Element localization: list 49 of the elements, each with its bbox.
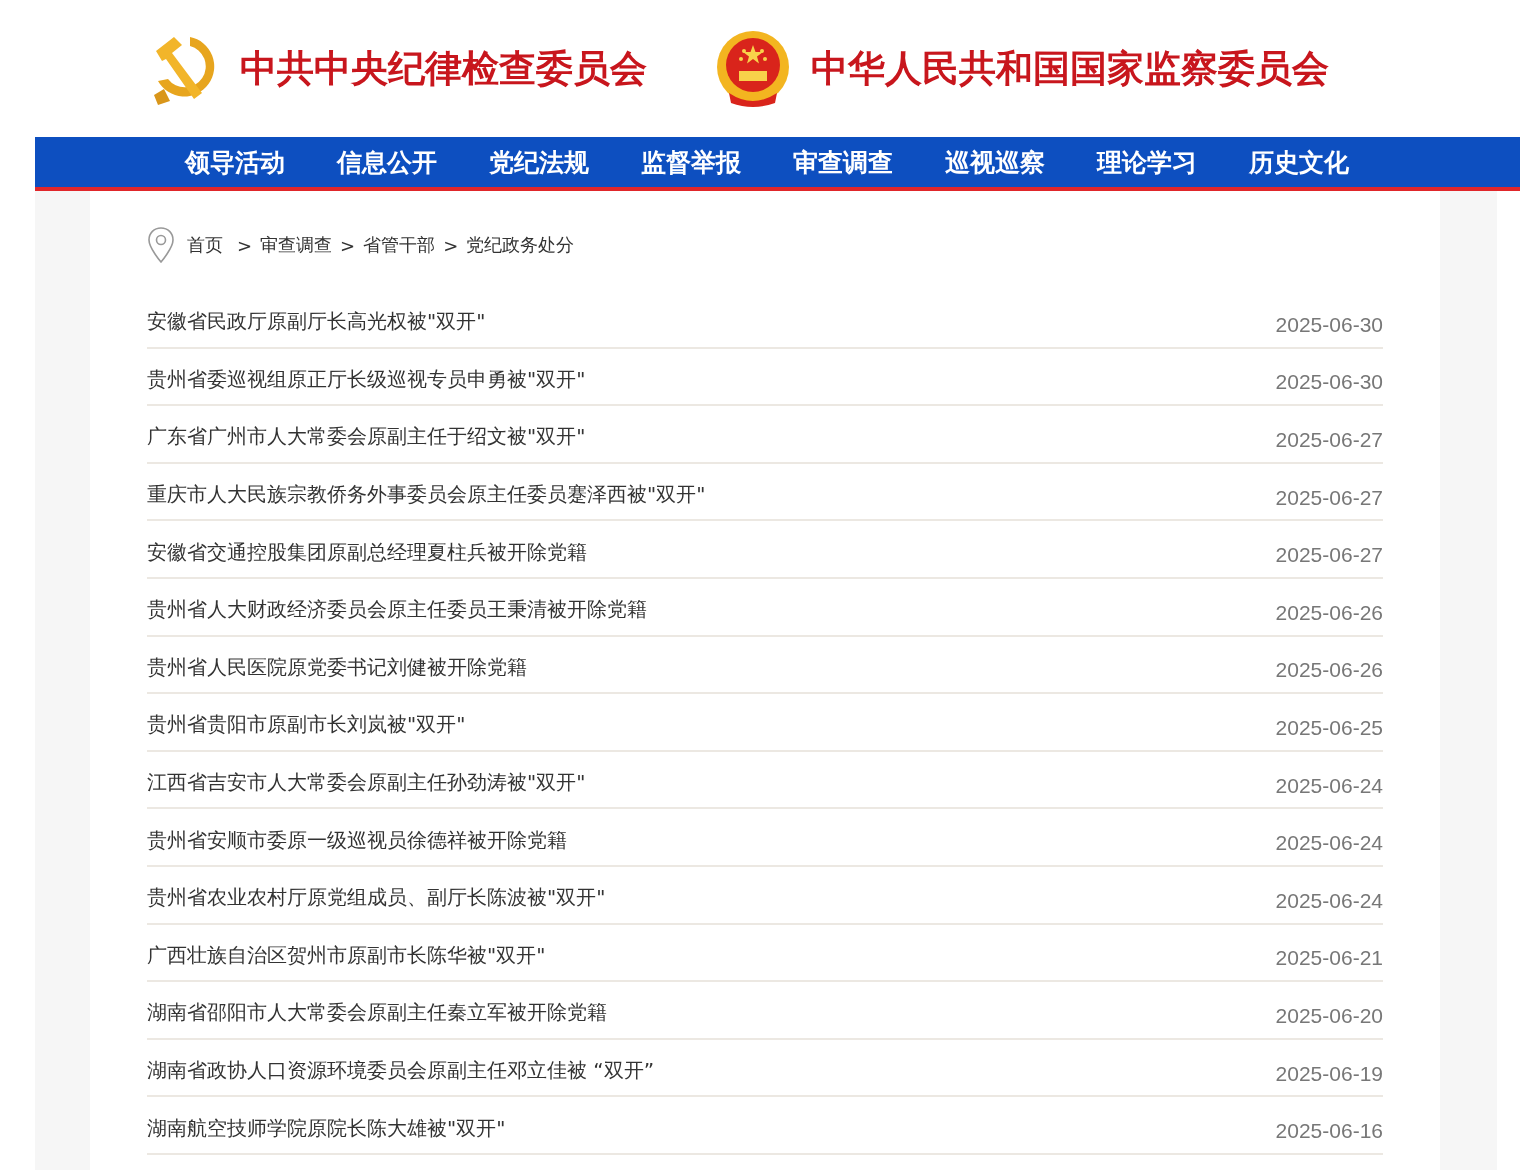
- article-link[interactable]: 安徽省民政厅原副厅长高光权被"双开": [147, 308, 486, 336]
- article-date: 2025-06-30: [1275, 369, 1383, 395]
- article-link[interactable]: 广西壮族自治区贺州市原副市长陈华被"双开": [147, 941, 546, 969]
- breadcrumb-link[interactable]: 首页: [187, 233, 223, 257]
- article-link[interactable]: 湖南航空技师学院原院长陈大雄被"双开": [147, 1114, 506, 1142]
- article-date: 2025-06-24: [1275, 830, 1383, 856]
- article-date: 2025-06-24: [1275, 887, 1383, 913]
- breadcrumb-link[interactable]: 审查调查: [260, 233, 333, 257]
- article-date: 2025-06-27: [1275, 484, 1383, 510]
- site-title: 中华人民共和国国家监察委员会: [811, 44, 1329, 92]
- article-date: 2025-06-21: [1275, 945, 1383, 971]
- article-date: 2025-06-16: [1275, 1118, 1383, 1144]
- article-date: 2025-06-27: [1275, 427, 1383, 452]
- nav-item[interactable]: 监督举报: [615, 139, 767, 185]
- breadcrumb-separator: >: [443, 234, 459, 256]
- article-link[interactable]: 广东省广州市人大常委会原副主任于绍文被"双开": [147, 423, 586, 451]
- article-link[interactable]: 贵州省人大财政经济委员会原主任委员王秉清被开除党籍: [147, 596, 647, 624]
- site-title: 中共中央纪律检查委员会: [240, 44, 647, 92]
- article-link[interactable]: 江西省吉安市人大常委会原副主任孙劲涛被"双开": [147, 769, 586, 797]
- article-date: 2025-06-25: [1275, 714, 1383, 740]
- article-link[interactable]: 贵州省委巡视组原正厅长级巡视专员申勇被"双开": [147, 365, 586, 393]
- article-link[interactable]: 湖南省邵阳市人大常委会原副主任秦立军被开除党籍: [147, 999, 607, 1027]
- national-emblem-icon: [715, 28, 791, 109]
- article-date: 2025-06-24: [1275, 772, 1383, 798]
- article-link[interactable]: 贵州省人民医院原党委书记刘健被开除党籍: [147, 653, 527, 681]
- breadcrumb-link[interactable]: 党纪政务处分: [466, 233, 575, 257]
- breadcrumb-separator: >: [340, 234, 356, 256]
- nav-item[interactable]: 理论学习: [1071, 139, 1223, 185]
- nav-item[interactable]: 审查调查: [767, 139, 919, 185]
- article-link[interactable]: 贵州省农业农村厅原党组成员、副厅长陈波被"双开": [147, 884, 606, 912]
- article-link[interactable]: 重庆市人大民族宗教侨务外事委员会原主任委员蹇泽西被"双开": [147, 481, 706, 509]
- nav-item[interactable]: 历史文化: [1223, 139, 1375, 185]
- article-date: 2025-06-26: [1275, 599, 1383, 625]
- article-date: 2025-06-20: [1275, 1002, 1383, 1028]
- article-date: 2025-06-26: [1275, 657, 1383, 683]
- article-link[interactable]: 湖南省政协人口资源环境委员会原副主任邓立佳被 “双开”: [147, 1057, 655, 1084]
- article-link[interactable]: 贵州省安顺市委原一级巡视员徐德祥被开除党籍: [147, 826, 567, 854]
- nav-item[interactable]: 领导活动: [159, 139, 311, 185]
- article-link[interactable]: 贵州省贵阳市原副市长刘岚被"双开": [147, 711, 466, 739]
- article-date: 2025-06-19: [1275, 1060, 1383, 1086]
- nav-item[interactable]: 党纪法规: [463, 139, 615, 185]
- location-pin-icon: [147, 226, 175, 264]
- article-link[interactable]: 安徽省交通控股集团原副总经理夏柱兵被开除党籍: [147, 538, 587, 566]
- article-date: 2025-06-30: [1275, 311, 1383, 337]
- breadcrumb-separator: >: [237, 234, 253, 256]
- breadcrumb-link[interactable]: 省管干部: [363, 233, 436, 257]
- nav-item[interactable]: 巡视巡察: [919, 139, 1071, 185]
- article-date: 2025-06-27: [1275, 542, 1383, 568]
- nav-item[interactable]: 信息公开: [311, 139, 463, 185]
